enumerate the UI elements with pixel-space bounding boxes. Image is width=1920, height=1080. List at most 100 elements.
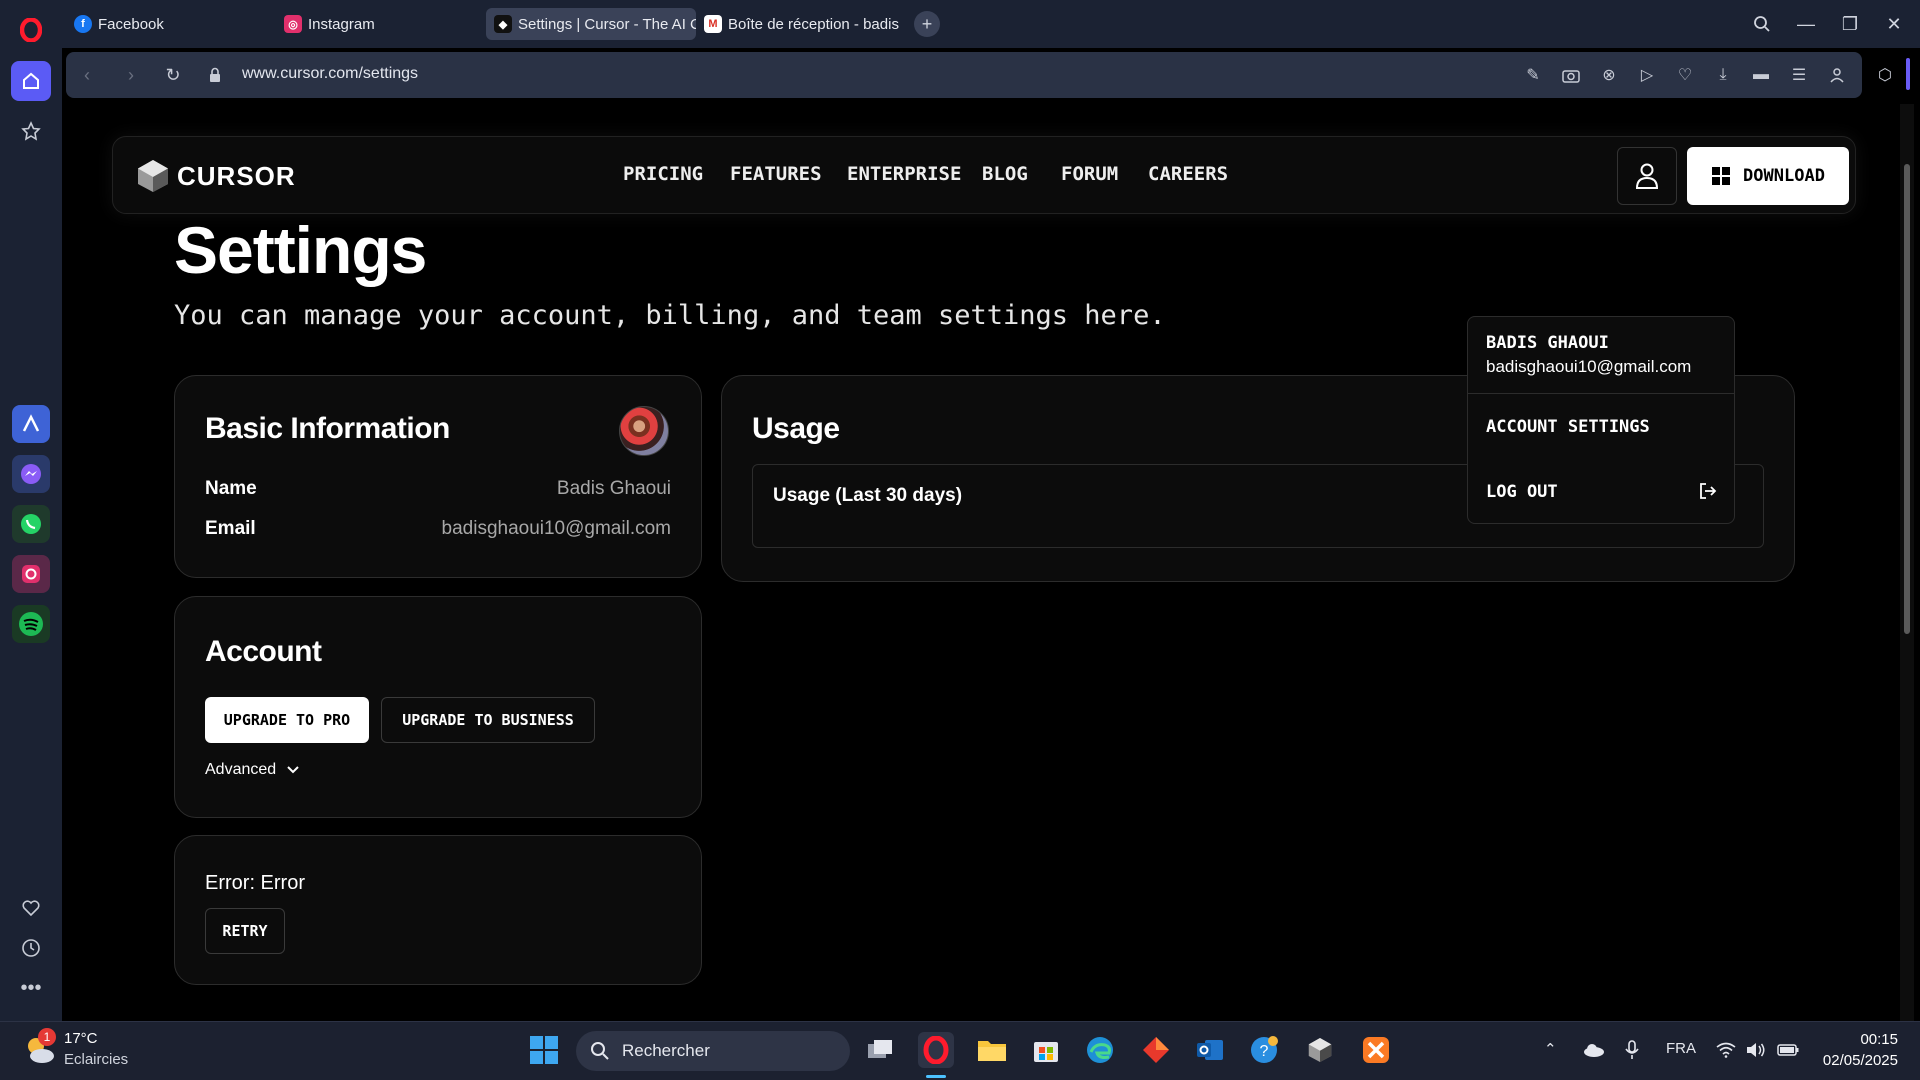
account-card: Account UPGRADE TO PRO UPGRADE TO BUSINE… xyxy=(174,596,702,818)
new-tab-button[interactable]: + xyxy=(914,11,940,37)
pinboard-icon[interactable] xyxy=(11,111,51,151)
outlook-icon[interactable] xyxy=(1192,1032,1228,1068)
opera-menu-icon[interactable] xyxy=(11,10,51,50)
name-label: Name xyxy=(205,478,257,499)
heart-icon[interactable] xyxy=(11,888,51,928)
facebook-icon: f xyxy=(74,15,92,33)
whatsapp-icon[interactable] xyxy=(12,505,50,543)
home-icon[interactable] xyxy=(11,61,51,101)
user-icon xyxy=(1635,163,1659,189)
tab-cursor-settings[interactable]: ◆ Settings | Cursor - The AI C xyxy=(486,8,696,40)
more-icon[interactable]: ••• xyxy=(11,968,51,1008)
nav-blog[interactable]: BLOG xyxy=(982,163,1028,185)
tab-instagram[interactable]: ◎ Instagram xyxy=(276,8,486,40)
onedrive-icon[interactable] xyxy=(1576,1032,1612,1068)
download-button[interactable]: DOWNLOAD xyxy=(1687,147,1849,205)
upgrade-business-button[interactable]: UPGRADE TO BUSINESS xyxy=(381,697,595,743)
nav-forum[interactable]: FORUM xyxy=(1061,163,1118,185)
active-app-indicator xyxy=(926,1075,946,1078)
taskbar-search[interactable]: Rechercher xyxy=(576,1031,850,1071)
retry-button[interactable]: RETRY xyxy=(205,908,285,954)
nav-features[interactable]: FEATURES xyxy=(730,163,822,185)
close-window-button[interactable]: ✕ xyxy=(1880,10,1908,38)
microsoft-store-icon[interactable] xyxy=(1028,1032,1064,1068)
volume-icon[interactable] xyxy=(1738,1032,1774,1068)
clock-time[interactable]: 00:15 xyxy=(1806,1031,1898,1048)
profile-icon[interactable] xyxy=(1826,64,1848,86)
aria-icon[interactable] xyxy=(12,405,50,443)
tab-facebook[interactable]: f Facebook xyxy=(66,8,276,40)
easy-setup-icon[interactable]: ☰ xyxy=(1788,64,1810,86)
camera-icon[interactable] xyxy=(1560,64,1582,86)
error-card: Error: Error RETRY xyxy=(174,835,702,985)
dropdown-divider xyxy=(1468,393,1734,394)
play-icon[interactable]: ▷ xyxy=(1636,64,1658,86)
red-diamond-app-icon[interactable] xyxy=(1138,1032,1174,1068)
page-title: Settings xyxy=(174,213,427,287)
scrollbar-thumb[interactable] xyxy=(1904,164,1910,634)
instagram-icon: ◎ xyxy=(284,15,302,33)
xampp-icon[interactable] xyxy=(1358,1032,1394,1068)
page: CURSOR PRICING FEATURES ENTERPRISE BLOG … xyxy=(62,104,1900,1021)
account-title: Account xyxy=(205,635,322,668)
windows-start-icon xyxy=(530,1036,558,1064)
get-help-icon[interactable]: ? xyxy=(1246,1032,1282,1068)
page-scrollbar[interactable] xyxy=(1900,104,1914,1021)
user-dropdown-menu: BADIS GHAOUI badisghaoui10@gmail.com ACC… xyxy=(1467,316,1735,524)
address-bar: ‹ › ↻ www.cursor.com/settings ✎ ⊗ ▷ ♡ ⤓ … xyxy=(66,52,1862,98)
weather-desc: Eclaircies xyxy=(64,1051,129,1068)
usage-period-label: Usage (Last 30 days) xyxy=(773,485,963,506)
opera-taskbar-icon[interactable] xyxy=(918,1032,954,1068)
search-tabs-icon[interactable] xyxy=(1748,10,1776,38)
site-header: CURSOR PRICING FEATURES ENTERPRISE BLOG … xyxy=(112,136,1856,214)
tab-label: Boîte de réception - badis xyxy=(728,15,899,33)
back-button[interactable]: ‹ xyxy=(74,62,100,88)
log-out-icon[interactable] xyxy=(1698,481,1718,501)
microphone-icon[interactable] xyxy=(1614,1032,1650,1068)
email-value: badisghaoui10@gmail.com xyxy=(441,518,671,539)
cursor-app-icon[interactable] xyxy=(1302,1032,1338,1068)
clock-date[interactable]: 02/05/2025 xyxy=(1806,1052,1898,1069)
adblock-icon[interactable]: ⊗ xyxy=(1598,64,1620,86)
battery-icon[interactable] xyxy=(1770,1032,1806,1068)
log-out-item[interactable]: LOG OUT xyxy=(1486,482,1558,502)
start-button[interactable] xyxy=(526,1032,562,1068)
edge-icon[interactable] xyxy=(1082,1032,1118,1068)
lock-icon[interactable] xyxy=(202,62,228,88)
downloads-icon[interactable]: ⤓ xyxy=(1712,64,1734,86)
tab-gmail[interactable]: M Boîte de réception - badis xyxy=(696,8,906,40)
minimize-button[interactable]: — xyxy=(1792,10,1820,38)
url-field[interactable]: www.cursor.com/settings xyxy=(242,65,418,83)
task-view-icon[interactable] xyxy=(862,1032,898,1068)
account-settings-item[interactable]: ACCOUNT SETTINGS xyxy=(1486,417,1650,437)
language-indicator[interactable]: FRA xyxy=(1666,1040,1696,1057)
weather-widget[interactable]: 1 xyxy=(22,1028,58,1068)
reload-button[interactable]: ↻ xyxy=(160,62,186,88)
tab-label: Settings | Cursor - The AI C xyxy=(518,15,696,33)
battery-saver-icon[interactable]: ▬ xyxy=(1750,64,1772,86)
restore-button[interactable]: ❐ xyxy=(1836,10,1864,38)
download-label: DOWNLOAD xyxy=(1743,166,1825,186)
dropdown-user-email: badisghaoui10@gmail.com xyxy=(1486,357,1692,376)
messenger-icon[interactable] xyxy=(12,455,50,493)
upgrade-pro-button[interactable]: UPGRADE TO PRO xyxy=(205,697,369,743)
advanced-toggle[interactable]: Advanced xyxy=(205,761,300,779)
instagram-icon[interactable] xyxy=(12,555,50,593)
file-explorer-icon[interactable] xyxy=(974,1032,1010,1068)
bookmark-heart-icon[interactable]: ♡ xyxy=(1674,64,1696,86)
search-icon xyxy=(591,1042,609,1060)
user-menu-button[interactable] xyxy=(1617,147,1677,205)
tray-overflow-icon[interactable]: ⌃ xyxy=(1544,1040,1557,1058)
nav-careers[interactable]: CAREERS xyxy=(1148,163,1228,185)
cursor-logo[interactable]: CURSOR xyxy=(137,159,296,193)
nav-pricing[interactable]: PRICING xyxy=(623,163,703,185)
forward-button[interactable]: › xyxy=(118,62,144,88)
tab-label: Facebook xyxy=(98,15,164,33)
spotify-icon[interactable] xyxy=(12,605,50,643)
avatar xyxy=(619,406,669,456)
snapshot-edit-icon[interactable]: ✎ xyxy=(1522,64,1544,86)
extensions-icon[interactable]: ⬡ xyxy=(1874,64,1896,86)
history-icon[interactable] xyxy=(11,928,51,968)
logo-text: CURSOR xyxy=(177,160,296,191)
nav-enterprise[interactable]: ENTERPRISE xyxy=(847,163,961,185)
